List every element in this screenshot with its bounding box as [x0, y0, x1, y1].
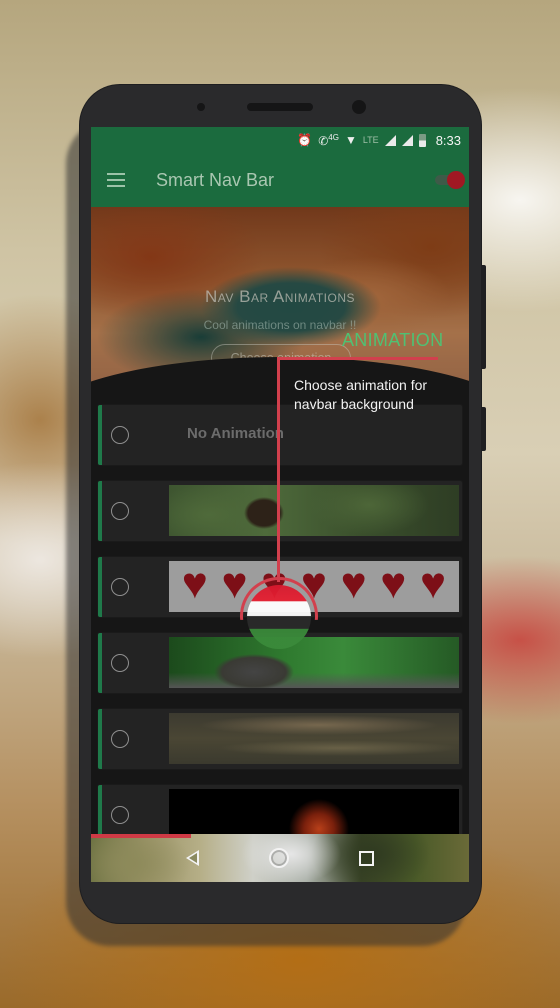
tutorial-description: Choose animation for navbar background	[294, 377, 428, 412]
radio-button[interactable]	[111, 426, 129, 444]
frog-thumbnail	[169, 637, 459, 688]
battery-icon	[418, 133, 426, 147]
app-title: Smart Nav Bar	[156, 169, 275, 190]
navigation-bar	[91, 834, 469, 882]
volte-label: 4G	[328, 132, 339, 142]
list-item-no-animation[interactable]: No Animation	[98, 405, 462, 465]
lte-label: LTE	[362, 135, 379, 145]
fire-thumbnail	[169, 789, 459, 840]
signal-icon	[401, 134, 413, 146]
bird-thumbnail	[169, 485, 459, 536]
proximity-sensor	[197, 103, 205, 111]
radio-button[interactable]	[111, 502, 129, 520]
heart-icon: ♥	[340, 561, 367, 608]
toolbar: Smart Nav Bar	[91, 153, 469, 207]
volte-call-icon: ✆4G	[318, 132, 339, 148]
tutorial-title: ANIMATION	[342, 330, 444, 350]
screen: ⏰ ✆4G ▼ LTE 8:33 Smart Nav Bar Nav Bar A…	[91, 127, 469, 882]
phone-frame: ⏰ ✆4G ▼ LTE 8:33 Smart Nav Bar Nav Bar A…	[80, 85, 486, 923]
banner-title: Nav Bar Animations	[204, 287, 356, 306]
enable-toggle[interactable]	[435, 171, 465, 189]
wifi-icon: ▼	[344, 133, 357, 147]
radio-button[interactable]	[111, 730, 129, 748]
list-item-bird[interactable]	[98, 481, 462, 541]
tutorial-pointer-line	[278, 357, 438, 360]
signal-icon	[384, 134, 396, 146]
tutorial-pointer-line	[277, 357, 280, 582]
header-banner: Nav Bar Animations Cool animations on na…	[91, 207, 469, 387]
hamburger-icon[interactable]	[107, 173, 125, 187]
clock: 8:33	[435, 132, 461, 148]
radio-button[interactable]	[111, 578, 129, 596]
navbar-progress	[91, 834, 191, 838]
list-item-clouds[interactable]	[98, 709, 462, 769]
heart-icon: ♥	[181, 561, 208, 608]
alarm-icon: ⏰	[297, 133, 313, 147]
radio-button[interactable]	[111, 806, 129, 824]
earpiece-speaker	[247, 103, 313, 111]
clouds-thumbnail	[169, 713, 459, 764]
status-bar: ⏰ ✆4G ▼ LTE 8:33	[91, 127, 469, 153]
heart-icon: ♥	[380, 561, 407, 608]
toggle-thumb	[447, 171, 465, 189]
home-icon[interactable]	[269, 848, 289, 868]
recents-icon[interactable]	[359, 850, 374, 866]
back-icon[interactable]	[186, 850, 199, 866]
heart-icon: ♥	[420, 561, 447, 608]
radio-button[interactable]	[111, 654, 129, 672]
volume-button	[481, 265, 486, 369]
power-button	[481, 407, 486, 451]
item-label: No Animation	[187, 425, 284, 442]
front-camera	[352, 100, 366, 114]
